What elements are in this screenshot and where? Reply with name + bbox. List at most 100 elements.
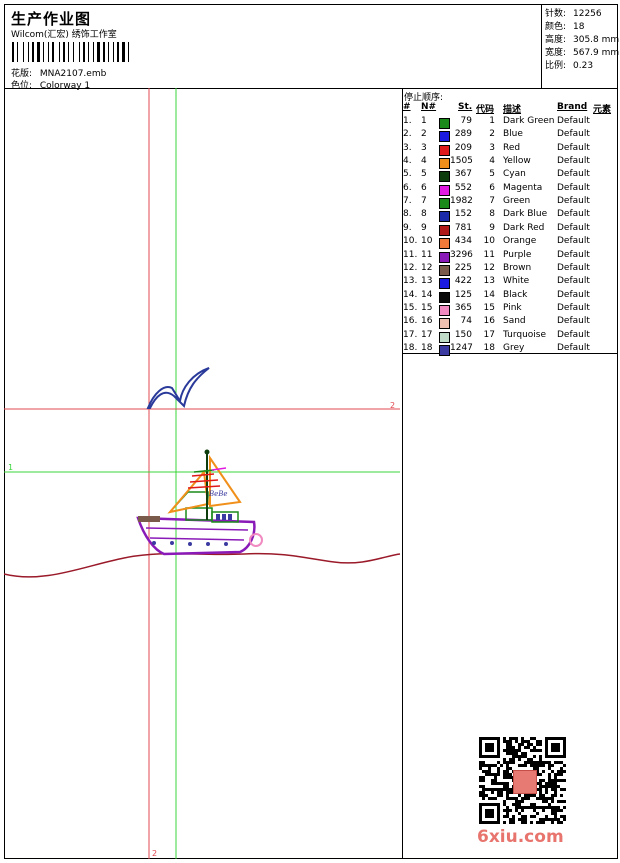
row-stitches: 1247: [450, 342, 473, 353]
qr-module: [521, 755, 524, 758]
row-stitches: 125: [454, 289, 472, 300]
qr-module: [554, 788, 557, 791]
color-swatch: [439, 184, 450, 196]
qr-module: [554, 776, 557, 779]
qr-module: [488, 797, 491, 800]
qr-module: [482, 791, 485, 794]
qr-module: [557, 818, 560, 821]
barcode-bar: [12, 42, 14, 62]
qr-module: [563, 818, 566, 821]
legend-row: 5. 5 367 5 Cyan Default: [403, 169, 618, 183]
qr-module: [521, 806, 524, 809]
qr-module: [539, 779, 542, 782]
qr-module: [533, 815, 536, 818]
qr-module: [503, 788, 506, 791]
qr-module: [497, 773, 500, 776]
qr-module: [560, 767, 563, 770]
qr-module: [536, 812, 539, 815]
barcode-bar: [86, 42, 87, 62]
qr-module: [488, 773, 491, 776]
qr-module: [509, 758, 512, 761]
row-needle: 17: [421, 329, 433, 340]
qr-module: [548, 797, 551, 800]
barcode-bar: [25, 42, 27, 62]
row-index: 1.: [403, 116, 412, 126]
row-code: 4: [489, 156, 495, 167]
qr-module: [542, 809, 545, 812]
qr-module: [542, 770, 545, 773]
row-needle: 12: [421, 262, 433, 273]
qr-module: [521, 752, 524, 755]
qr-module: [515, 740, 518, 743]
qr-module: [539, 740, 542, 743]
qr-module: [551, 806, 554, 809]
color-swatch: [439, 304, 450, 316]
qr-module: [497, 788, 500, 791]
qr-module: [557, 773, 560, 776]
qr-module: [563, 779, 566, 782]
qr-module: [530, 764, 533, 767]
row-brand: Default: [557, 236, 590, 247]
qr-module: [479, 776, 482, 779]
qr-module: [533, 755, 536, 758]
barcode-bar: [37, 42, 40, 62]
qr-module: [560, 809, 563, 812]
barcode-bar: [63, 42, 65, 62]
barcode-bar: [43, 42, 44, 62]
qr-module: [506, 815, 509, 818]
qr-module: [503, 800, 506, 803]
row-needle: 9: [421, 222, 427, 233]
qr-module: [506, 752, 509, 755]
header-element: 元素: [593, 105, 612, 115]
qr-module: [509, 809, 512, 812]
row-description: Blue: [503, 129, 523, 140]
qr-module: [554, 761, 557, 764]
legend-row: 17. 17 150 17 Turquoise Default: [403, 330, 618, 343]
row-needle: 8: [421, 209, 427, 220]
qr-module: [512, 797, 515, 800]
qr-module: [521, 821, 524, 824]
row-stitches: 365: [454, 302, 472, 313]
qr-module: [506, 746, 509, 749]
qr-module: [506, 770, 509, 773]
qr-module: [518, 764, 521, 767]
barcode-bar: [113, 42, 114, 62]
row-needle: 10: [421, 236, 433, 247]
row-index: 8.: [403, 209, 412, 220]
design-width: 宽度: 567.9 mm: [545, 45, 619, 58]
qr-module: [530, 743, 533, 746]
barcode-bar: [88, 42, 89, 62]
row-needle: 16: [421, 316, 433, 327]
row-description: Magenta: [503, 182, 543, 193]
qr-module: [503, 758, 506, 761]
qr-module: [563, 770, 566, 773]
color-swatch: [439, 144, 450, 156]
design-stats: 针数: 12256 颜色: 18 高度: 305.8 mm 宽度: 567.9 mm 比…: [541, 4, 619, 89]
barcode-bar: [75, 42, 78, 62]
row-code: 16: [483, 316, 495, 327]
qr-module: [560, 779, 563, 782]
row-code: 17: [483, 329, 495, 340]
qr-module: [506, 782, 509, 785]
qr-module: [503, 749, 506, 752]
qr-module: [503, 821, 506, 824]
qr-module: [503, 761, 506, 764]
barcode-bar: [73, 42, 74, 62]
legend-row: 3. 3 209 3 Red Default: [403, 143, 618, 156]
qr-module: [542, 797, 545, 800]
qr-module: [524, 755, 527, 758]
qr-module: [539, 782, 542, 785]
qr-module: [545, 782, 548, 785]
qr-module: [539, 749, 542, 752]
barcode: [12, 42, 144, 62]
sheet-title: 生产作业图: [11, 10, 92, 28]
row-index: 2.: [403, 129, 412, 140]
row-code: 10: [483, 236, 495, 247]
qr-module: [515, 809, 518, 812]
header-needle: N#: [421, 102, 437, 112]
row-stitches: 79: [460, 116, 472, 126]
qr-module: [539, 758, 542, 761]
boat-sail-text: BeBe: [208, 490, 228, 498]
qr-module: [503, 785, 506, 788]
qr-module: [551, 782, 554, 785]
